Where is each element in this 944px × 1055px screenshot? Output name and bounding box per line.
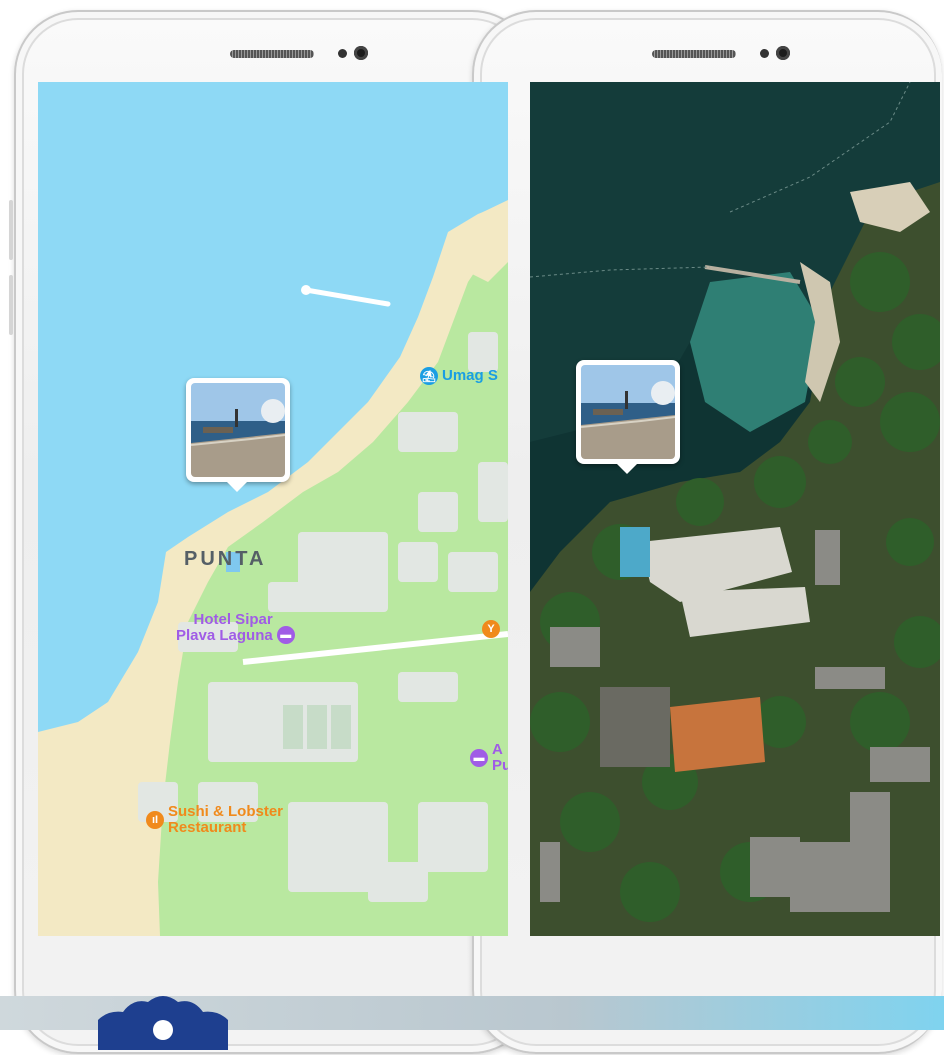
badge-gear-icon (88, 990, 238, 1050)
district-label: PUNTA (184, 548, 267, 570)
photo-thumbnail-icon (191, 383, 285, 477)
speaker-grille (652, 50, 736, 58)
volume-button (9, 200, 13, 260)
cocktail-glass-icon: Y (482, 620, 500, 638)
satellite-canvas (530, 82, 940, 936)
beach-icon: ⛱ (420, 367, 438, 385)
photo-pin-left[interactable] (186, 378, 290, 492)
poi-sushi-lobster[interactable]: ıI Sushi & Lobster Restaurant (146, 804, 283, 836)
poi-hotel-apu[interactable]: ▬ A Pu (470, 742, 508, 774)
sensor-dot (338, 49, 347, 58)
poi-hotel-sipar[interactable]: Hotel Sipar Plava Laguna ▬ (176, 612, 295, 644)
photo-pin-right[interactable] (576, 360, 680, 474)
poi-hotel-sipar-label: Hotel Sipar Plava Laguna (176, 611, 273, 644)
front-camera-icon (354, 46, 368, 60)
hotel-bed-icon: ▬ (276, 626, 295, 644)
map-view-standard[interactable]: ⛱ Umag S Hotel Sipar Plava Laguna ▬ ▬ A … (38, 82, 508, 936)
poi-sushi-lobster-label: Sushi & Lobster Restaurant (168, 803, 284, 836)
photo-thumbnail-icon (581, 365, 675, 459)
poi-umag-label: Umag S (442, 367, 498, 384)
front-camera-icon (776, 46, 790, 60)
speaker-grille (230, 50, 314, 58)
hotel-bed-icon: ▬ (470, 749, 488, 767)
map-view-satellite[interactable] (530, 82, 940, 936)
poi-bar[interactable]: Y (482, 620, 500, 638)
sensor-dot (760, 49, 769, 58)
restaurant-fork-knife-icon: ıI (146, 811, 164, 829)
volume-button (9, 275, 13, 335)
poi-hotel-apu-label: A Pu (492, 741, 508, 774)
poi-umag[interactable]: ⛱ Umag S (420, 367, 498, 385)
